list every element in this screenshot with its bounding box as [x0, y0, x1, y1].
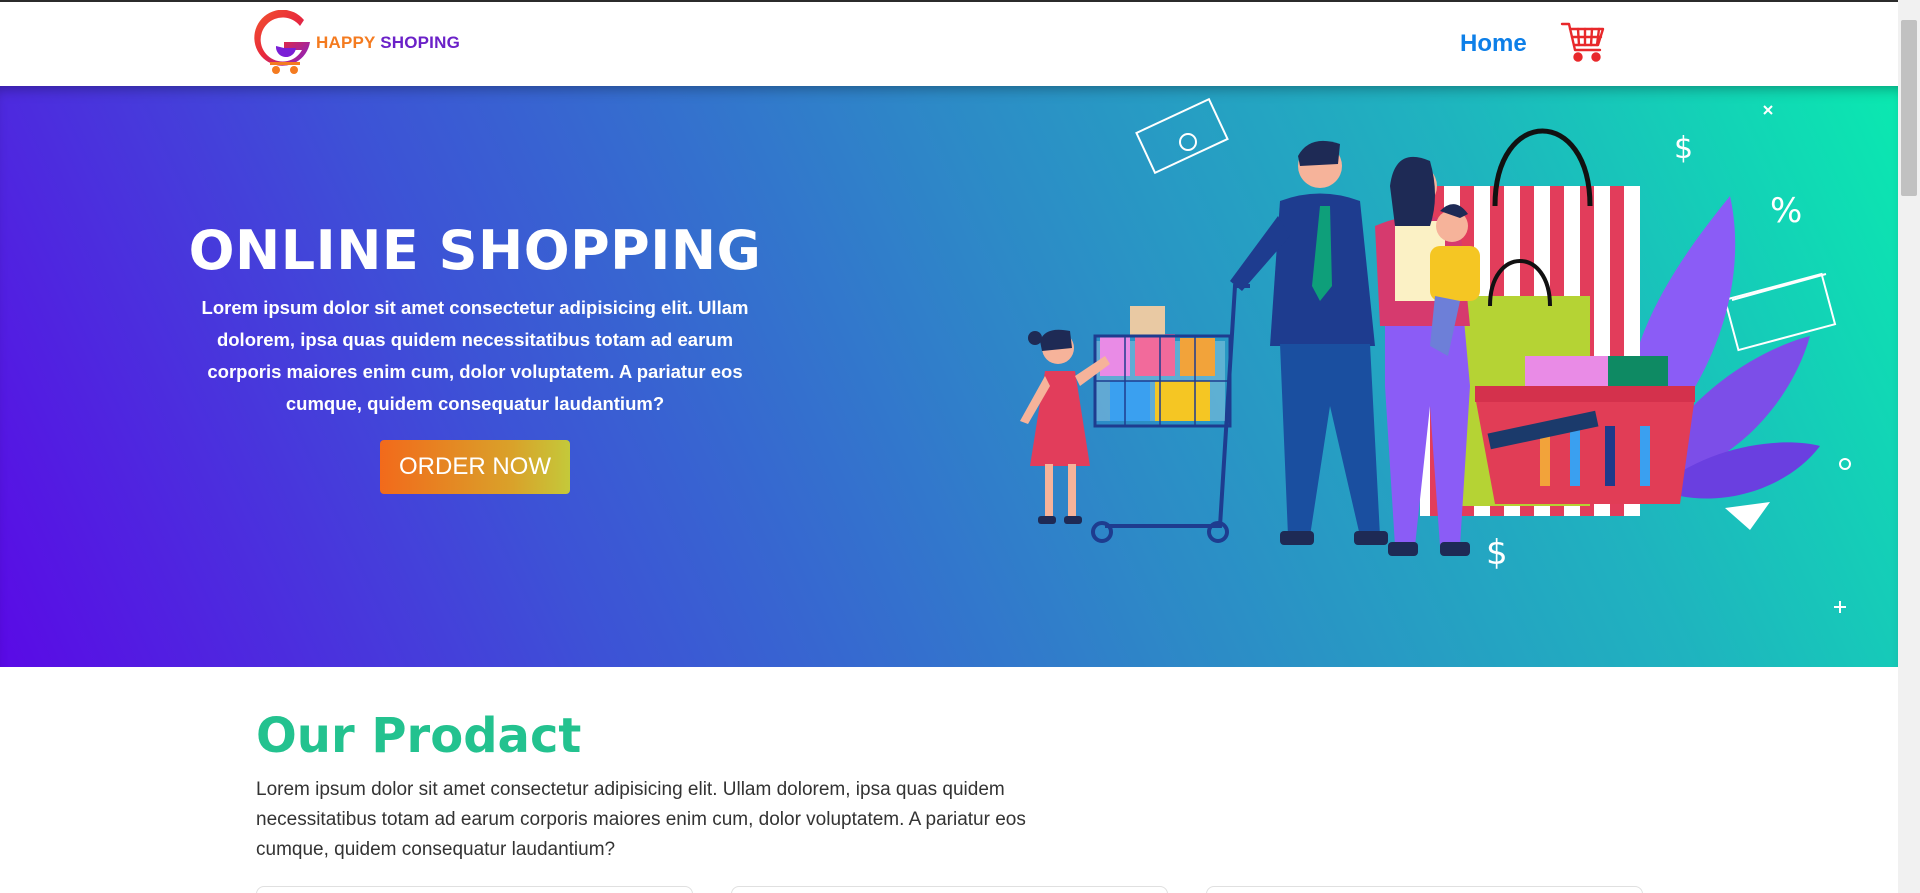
order-now-button[interactable]: ORDER NOW	[380, 440, 570, 495]
hero-content: ONLINE SHOPPING Lorem ipsum dolor sit am…	[170, 219, 780, 495]
dollar-icon: $	[1674, 131, 1693, 166]
products-section: Our Prodact Lorem ipsum dolor sit amet c…	[256, 710, 1656, 865]
nav-link-home[interactable]: Home	[1460, 30, 1527, 58]
paper-plane-icon	[1725, 502, 1770, 530]
percent-icon: %	[1770, 191, 1802, 231]
page-scrollbar[interactable]	[1898, 0, 1920, 893]
plus-icon	[1834, 601, 1846, 613]
products-title: Our Prodact	[256, 708, 582, 764]
hero-banner: ONLINE SHOPPING Lorem ipsum dolor sit am…	[0, 86, 1898, 667]
product-card[interactable]	[1206, 886, 1643, 893]
credit-card-icon	[1723, 272, 1837, 352]
scrollbar-thumb[interactable]	[1901, 20, 1917, 196]
shopping-cart-icon[interactable]	[1560, 20, 1606, 64]
brand-word-happy: HAPPY	[316, 33, 376, 52]
product-card[interactable]	[731, 886, 1168, 893]
navbar: HAPPY SHOPING Home	[0, 2, 1898, 86]
circle-icon	[1839, 458, 1851, 470]
close-icon	[1763, 105, 1773, 115]
product-cards	[256, 886, 1644, 893]
hero-title: ONLINE SHOPPING	[188, 219, 762, 282]
brand-name: HAPPY SHOPING	[316, 33, 460, 53]
family-shopping-illustration: $ % $	[990, 86, 1860, 667]
brand-word-shoping: SHOPING	[380, 33, 461, 52]
product-card[interactable]	[256, 886, 693, 893]
brand-logo-icon	[254, 9, 316, 76]
dollar-icon-2: $	[1486, 533, 1508, 573]
money-bill-icon	[1135, 97, 1229, 175]
brand-logo-link[interactable]: HAPPY SHOPING	[254, 9, 460, 76]
hero-description: Lorem ipsum dolor sit amet consectetur a…	[201, 297, 749, 415]
products-description: Lorem ipsum dolor sit amet consectetur a…	[256, 778, 1026, 860]
